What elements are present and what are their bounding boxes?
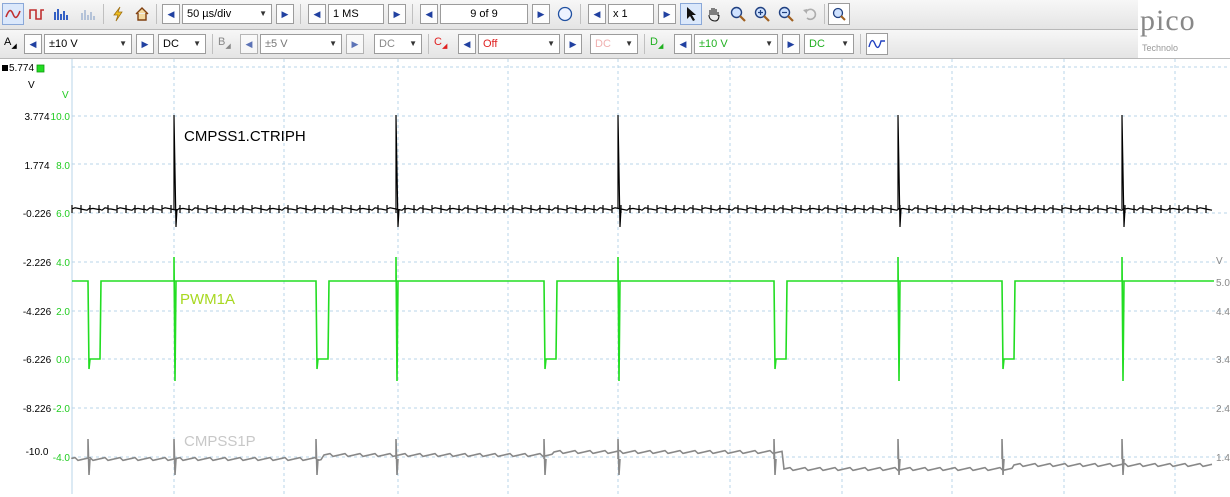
home-icon[interactable] — [131, 3, 153, 25]
left-tick-label: 3.774 — [24, 112, 49, 123]
scope-display[interactable]: 5.774 V V V 3.774 1.774 -0.226 -2.226 -4… — [0, 59, 1230, 494]
inner-axis-unit: V — [62, 90, 69, 101]
channel-a-scale-marker[interactable] — [2, 65, 8, 71]
left-tick-label: -10.0 — [26, 447, 49, 458]
logo-text: pico — [1140, 4, 1196, 37]
channel-c-range-select[interactable]: Off ▼ — [478, 34, 560, 54]
channel-b-label[interactable]: B◢ — [218, 36, 231, 50]
zoom-out-icon[interactable] — [775, 3, 797, 25]
right-tick-label: 5.0 — [1216, 278, 1230, 289]
left-tick-label: -4.226 — [23, 307, 52, 318]
zoom-factor[interactable]: x 1 — [608, 4, 654, 24]
samples-select[interactable]: 1 MS — [328, 4, 384, 24]
left-tick-label: -8.226 — [23, 404, 52, 415]
math-waveform-icon[interactable] — [866, 33, 888, 55]
buffer-navigator-icon[interactable] — [554, 3, 576, 25]
right-tick-label: 2.4 — [1216, 404, 1230, 415]
channel-d-range-increase-button[interactable]: ▶ — [782, 34, 800, 54]
channel-b-range-select[interactable]: ±5 V ▼ — [260, 34, 342, 54]
timebase-increase-button[interactable]: ▶ — [276, 4, 294, 24]
pico-logo-graphic: pico Technolo — [1140, 4, 1196, 53]
channel-a-label[interactable]: A◢ — [4, 36, 17, 50]
zoom-icon[interactable] — [727, 3, 749, 25]
left-tick-label: 1.774 — [24, 161, 49, 172]
spectrum-mode-icon[interactable] — [50, 3, 72, 25]
persistence-mode-icon[interactable] — [26, 3, 48, 25]
buffer-index[interactable]: 9 of 9 — [440, 4, 528, 24]
channel-d-coupling-select[interactable]: DC ▼ — [804, 34, 854, 54]
trace-label-pwm1a: PWM1A — [180, 291, 235, 308]
inner-tick-label: 6.0 — [56, 209, 70, 220]
left-tick-label: -0.226 — [23, 209, 52, 220]
channel-a-coupling-select[interactable]: DC ▼ — [158, 34, 206, 54]
channel-toolbar: A◢ ◀ ±10 V ▼ ▶ DC ▼ B◢ ◀ ±5 V ▼ ▶ DC ▼ C◢ ◀ … — [0, 30, 1230, 59]
hand-icon[interactable] — [703, 3, 725, 25]
samples-decrease-button[interactable]: ◀ — [308, 4, 326, 24]
inner-tick-label: 4.0 — [56, 258, 70, 269]
main-toolbar: ◀ 50 µs/div ▼ ▶ ◀ 1 MS ▶ ◀ 9 of 9 ▶ ◀ x 1… — [0, 0, 1230, 30]
trace-label-cmpss1p: CMPSS1P — [184, 433, 256, 450]
channel-c-label[interactable]: C◢ — [434, 36, 447, 50]
channel-a-range-increase-button[interactable]: ▶ — [136, 34, 154, 54]
channel-c-range-decrease-button[interactable]: ◀ — [458, 34, 476, 54]
zoom-decrease-button[interactable]: ◀ — [588, 4, 606, 24]
left-axis-unit: V — [28, 80, 35, 91]
scope-mode-icon[interactable] — [2, 3, 24, 25]
channel-c-coupling-select[interactable]: DC ▼ — [590, 34, 638, 54]
zoom-in-icon[interactable] — [751, 3, 773, 25]
inner-tick-label: 8.0 — [56, 161, 70, 172]
inner-tick-label: 10.0 — [51, 112, 71, 123]
inner-tick-label: -4.0 — [53, 453, 71, 464]
channel-d-label[interactable]: D◢ — [650, 36, 663, 50]
right-tick-label: 4.4 — [1216, 307, 1230, 318]
channel-a-range-select[interactable]: ±10 V ▼ — [44, 34, 132, 54]
pico-logo: pico Technolo — [1138, 0, 1230, 58]
logo-subtext: Technolo — [1142, 43, 1178, 53]
buffer-next-button[interactable]: ▶ — [532, 4, 550, 24]
right-axis-unit: V — [1216, 256, 1223, 267]
timebase-decrease-button[interactable]: ◀ — [162, 4, 180, 24]
channel-d-scale-marker[interactable] — [36, 64, 45, 73]
channel-b-coupling-select[interactable]: DC ▼ — [374, 34, 422, 54]
inner-tick-label: 2.0 — [56, 307, 70, 318]
undo-zoom-icon[interactable] — [799, 3, 821, 25]
waveform-plot[interactable]: 5.774 V V V 3.774 1.774 -0.226 -2.226 -4… — [0, 59, 1230, 494]
pointer-icon[interactable] — [680, 3, 702, 25]
channel-c-range-increase-button[interactable]: ▶ — [564, 34, 582, 54]
inner-tick-label: -2.0 — [53, 404, 71, 415]
inner-tick-label: 0.0 — [56, 355, 70, 366]
channel-a-range-decrease-button[interactable]: ◀ — [24, 34, 42, 54]
timebase-select[interactable]: 50 µs/div ▼ — [182, 4, 272, 24]
channel-b-range-decrease-button[interactable]: ◀ — [240, 34, 258, 54]
right-tick-label: 3.4 — [1216, 355, 1230, 366]
channel-d-range-decrease-button[interactable]: ◀ — [674, 34, 692, 54]
left-axis-top-label: 5.774 — [9, 63, 34, 74]
buffer-previous-button[interactable]: ◀ — [420, 4, 438, 24]
channel-d-range-select[interactable]: ±10 V ▼ — [694, 34, 778, 54]
channel-b-range-increase-button[interactable]: ▶ — [346, 34, 364, 54]
zoom-increase-button[interactable]: ▶ — [658, 4, 676, 24]
left-tick-label: -6.226 — [23, 355, 52, 366]
samples-increase-button[interactable]: ▶ — [388, 4, 406, 24]
zoom-overview-icon[interactable] — [828, 3, 850, 25]
left-tick-label: -2.226 — [23, 258, 52, 269]
persistence-spectrum-icon[interactable] — [77, 3, 99, 25]
trace-label-cmpss1-ctriph: CMPSS1.CTRIPH — [184, 128, 306, 145]
right-tick-label: 1.4 — [1216, 453, 1230, 464]
trigger-icon[interactable] — [107, 3, 129, 25]
